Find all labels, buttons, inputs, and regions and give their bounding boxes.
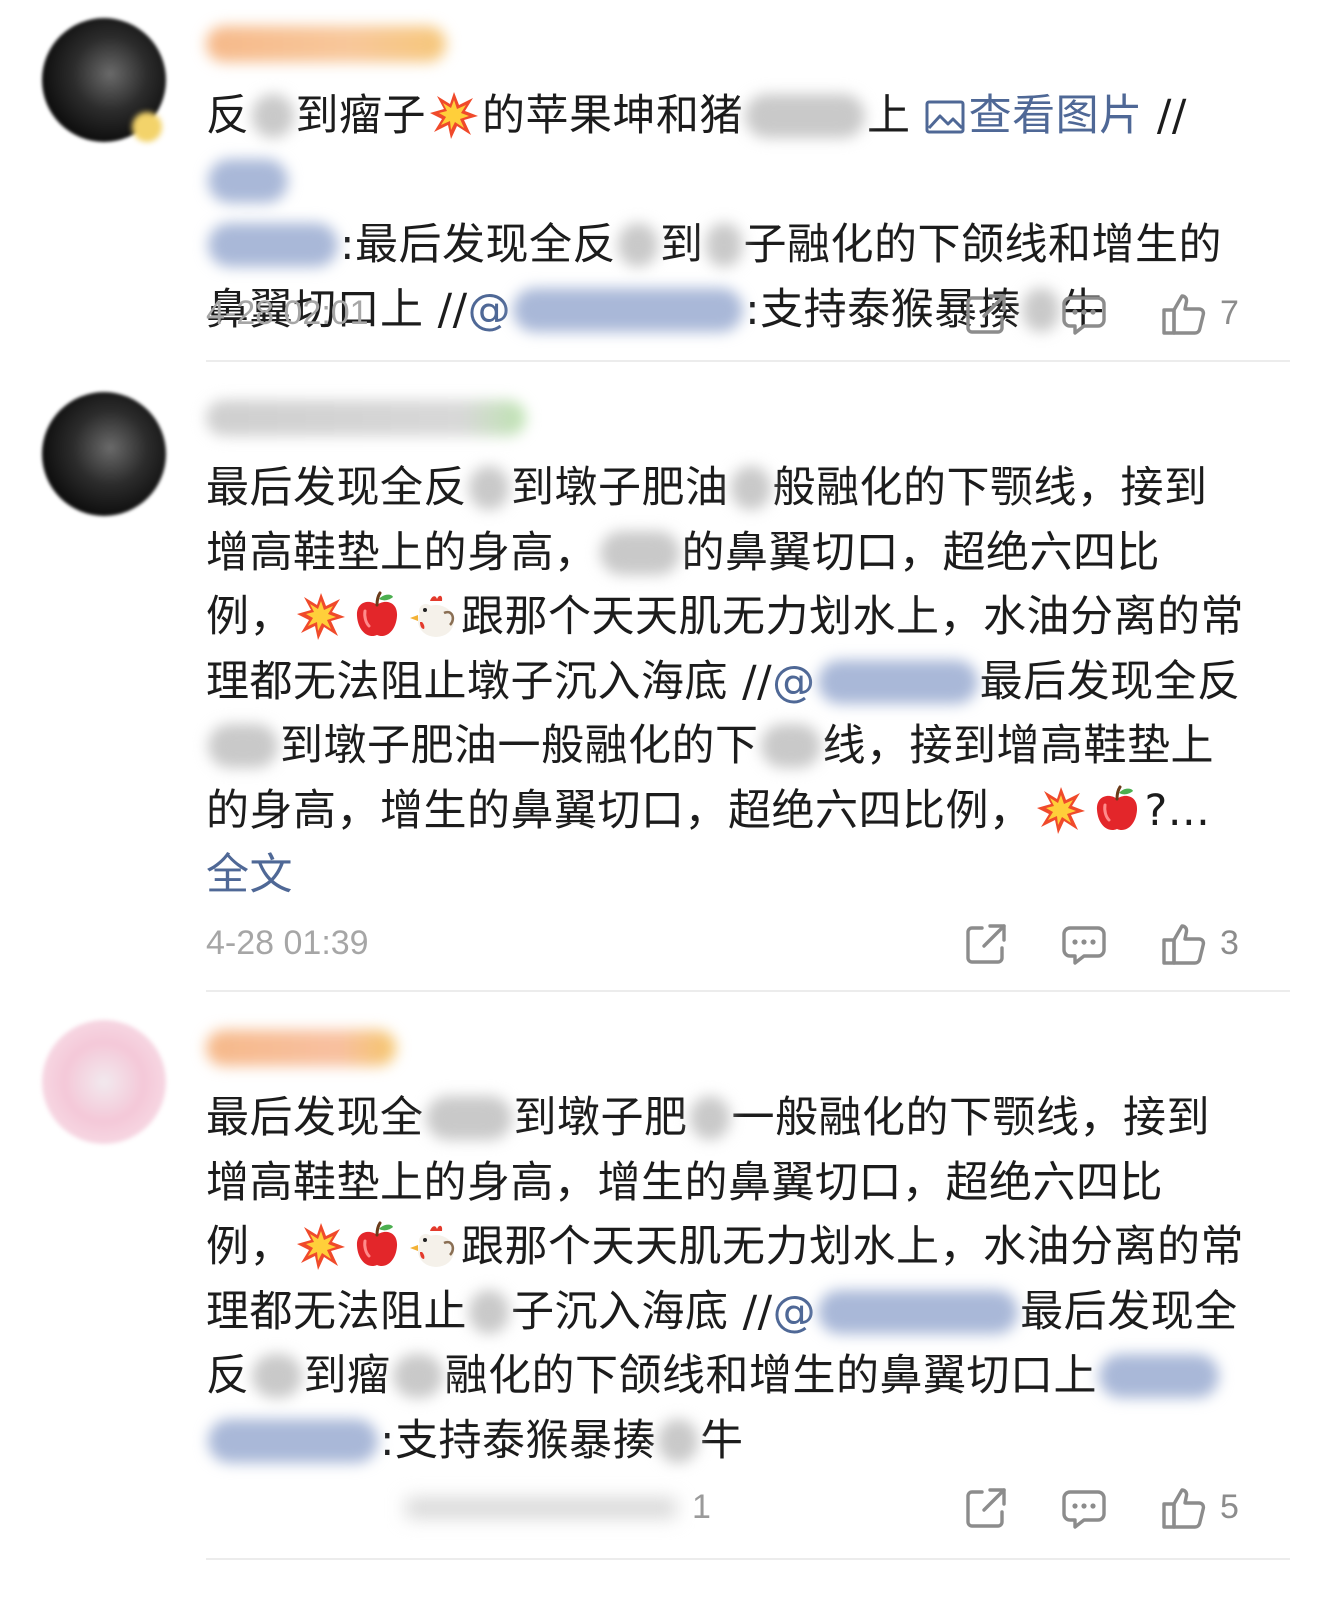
username-blurred[interactable] [206, 400, 526, 436]
like-button[interactable] [1160, 290, 1208, 340]
red-apple-emoji [352, 1221, 402, 1271]
like-count: 7 [1220, 294, 1239, 332]
comment-button[interactable] [1060, 920, 1108, 970]
thumbs-up-icon [1160, 920, 1208, 968]
reply-preview-blurred [406, 1498, 676, 1518]
thumbs-up-icon [1160, 1484, 1208, 1532]
verified-badge-icon [132, 112, 162, 142]
comment-icon [1060, 1484, 1108, 1532]
username-blurred[interactable] [206, 26, 446, 62]
mention-link[interactable]: @ [773, 1287, 817, 1337]
like-button[interactable] [1160, 920, 1208, 970]
comment-icon [1060, 920, 1108, 968]
comment-icon [1060, 290, 1108, 338]
comment-text: 最后发现全反 到墩子肥油 般融化的下颚线，接到增高鞋垫上的身高， 的鼻翼切口，超绝六四… [206, 463, 1244, 900]
divider [206, 1558, 1290, 1560]
comment-button[interactable] [1060, 290, 1108, 340]
collision-emoji [296, 1221, 346, 1271]
username-blurred[interactable] [206, 1030, 396, 1066]
share-button[interactable] [962, 290, 1010, 340]
avatar[interactable] [42, 1020, 166, 1144]
timestamp: 4-28 01:39 [206, 924, 369, 962]
red-apple-emoji [352, 591, 402, 641]
comment-meta-row: 4-28 02:01 7 [206, 290, 1246, 340]
image-icon [925, 100, 965, 134]
share-icon [962, 920, 1010, 968]
rooster-emoji [408, 1221, 458, 1271]
like-count: 3 [1220, 924, 1239, 962]
collision-emoji [429, 90, 479, 140]
share-icon [962, 1484, 1010, 1532]
view-image-link[interactable]: 查看图片 [925, 91, 1143, 141]
comment-button[interactable] [1060, 1484, 1108, 1534]
like-button[interactable] [1160, 1484, 1208, 1534]
comment-text: 最后发现全 到墩子肥 一般融化的下颚线，接到增高鞋垫上的身高，增生的鼻翼切口，超绝六… [206, 1093, 1244, 1466]
thumbs-up-icon [1160, 290, 1208, 338]
divider [206, 360, 1290, 362]
full-text-link[interactable]: 全文 [206, 850, 293, 900]
reply-count: 1 [692, 1488, 711, 1526]
share-button[interactable] [962, 1484, 1010, 1534]
avatar[interactable] [42, 392, 166, 516]
reply-thread-link[interactable]: 1 [396, 1484, 711, 1534]
divider [206, 990, 1290, 992]
comment-meta-row: 4-28 01:39 3 [206, 920, 1246, 970]
comment-meta-row: 1 5 [206, 1484, 1246, 1534]
like-count: 5 [1220, 1488, 1239, 1526]
collision-emoji [1036, 785, 1086, 835]
share-icon [962, 290, 1010, 338]
mention-link[interactable]: @ [772, 657, 816, 707]
red-apple-emoji [1092, 785, 1142, 835]
collision-emoji [296, 591, 346, 641]
rooster-emoji [408, 591, 458, 641]
share-button[interactable] [962, 920, 1010, 970]
timestamp: 4-28 02:01 [206, 294, 369, 332]
